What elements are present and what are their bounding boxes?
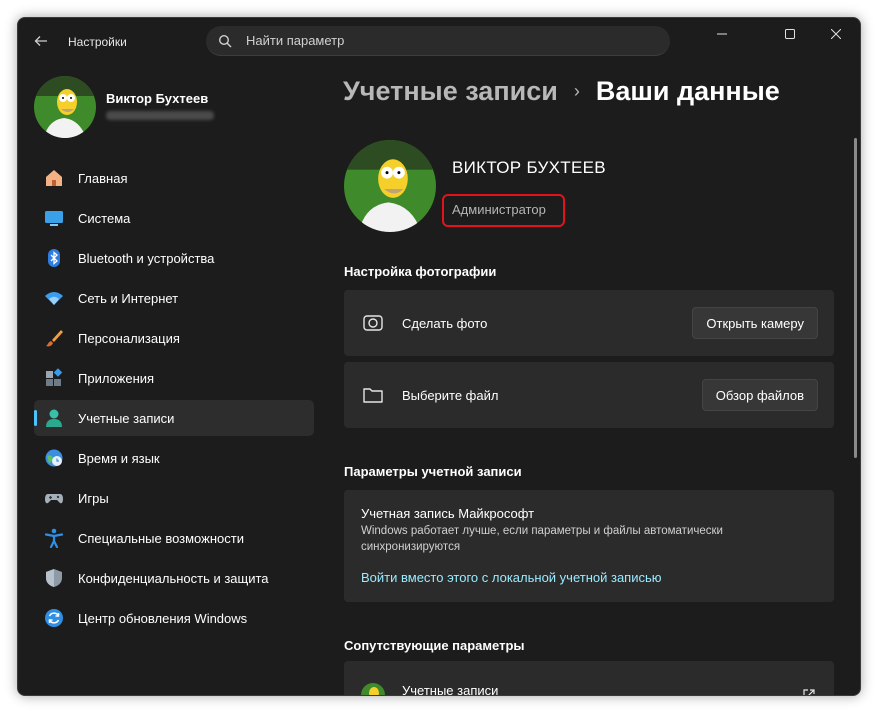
sidebar-item-label: Система [78, 210, 131, 226]
bluetooth-icon [44, 248, 64, 268]
back-arrow-icon [34, 36, 47, 46]
related-accounts-label: Учетные записи [402, 683, 499, 696]
related-section-title: Сопутствующие параметры [344, 638, 525, 653]
sidebar-item-privacy[interactable]: Конфиденциальность и защита [34, 560, 314, 596]
search-box[interactable]: Найти параметр [206, 26, 670, 56]
related-accounts-card[interactable]: Учетные записи [344, 661, 834, 696]
photo-section-title: Настройка фотографии [344, 264, 497, 279]
highlight-box [442, 194, 565, 227]
sidebar-item-label: Время и язык [78, 450, 160, 466]
minimize-button[interactable] [700, 24, 744, 44]
sidebar-item-label: Учетные записи [78, 410, 175, 426]
wifi-icon [44, 288, 64, 308]
sidebar-item-label: Конфиденциальность и защита [78, 570, 269, 586]
sidebar-item-apps[interactable]: Приложения [34, 360, 314, 396]
folder-icon [362, 384, 384, 406]
external-link-icon [803, 688, 815, 695]
close-button[interactable] [814, 24, 858, 44]
sidebar-item-accounts[interactable]: Учетные записи [34, 400, 314, 436]
microsoft-account-card: Учетная запись Майкрософт Windows работа… [344, 490, 834, 602]
scrollbar[interactable] [854, 138, 857, 458]
minimize-icon [717, 33, 727, 35]
take-photo-card: Сделать фото Открыть камеру [344, 290, 834, 356]
close-icon [831, 29, 841, 39]
sidebar-item-label: Центр обновления Windows [78, 610, 248, 626]
sidebar-item-windows-update[interactable]: Центр обновления Windows [34, 600, 314, 636]
choose-file-label: Выберите файл [402, 387, 499, 403]
sidebar-item-label: Сеть и Интернет [78, 290, 179, 306]
sidebar-item-accessibility[interactable]: Специальные возможности [34, 520, 314, 556]
sidebar-item-label: Персонализация [78, 330, 180, 346]
maximize-button[interactable] [768, 24, 812, 44]
microsoft-account-title: Учетная запись Майкрософт [361, 506, 535, 521]
sidebar-nav: Главная Система Bluetooth и устройства С… [34, 160, 314, 640]
accounts-icon [44, 408, 64, 428]
sidebar-item-gaming[interactable]: Игры [34, 480, 314, 516]
profile-avatar [344, 140, 436, 232]
take-photo-label: Сделать фото [402, 315, 488, 331]
microsoft-account-description: Windows работает лучше, если параметры и… [361, 525, 723, 553]
choose-file-card: Выберите файл Обзор файлов [344, 362, 834, 428]
sidebar-item-home[interactable]: Главная [34, 160, 314, 196]
time-language-icon [44, 448, 64, 468]
sidebar-item-label: Bluetooth и устройства [78, 250, 215, 266]
breadcrumb: Учетные записи › Ваши данные [343, 76, 780, 107]
sidebar-item-bluetooth[interactable]: Bluetooth и устройства [34, 240, 314, 276]
app-title: Настройки [68, 35, 127, 49]
search-placeholder: Найти параметр [246, 33, 345, 48]
home-icon [44, 168, 64, 188]
browse-files-button[interactable]: Обзор файлов [701, 379, 818, 411]
gamepad-icon [44, 488, 64, 508]
sidebar-item-label: Приложения [78, 370, 155, 386]
search-icon [218, 33, 234, 49]
sidebar-item-network[interactable]: Сеть и Интернет [34, 280, 314, 316]
sidebar-item-label: Главная [78, 170, 128, 186]
brush-icon [44, 328, 64, 348]
chevron-right-icon: › [573, 81, 580, 101]
update-icon [44, 608, 64, 628]
settings-window: Настройки Найти параметр Виктор Бухтеев [17, 17, 861, 696]
local-account-link[interactable]: Войти вместо этого с локальной учетной з… [361, 570, 662, 585]
accessibility-icon [44, 528, 64, 548]
sidebar-item-system[interactable]: Система [34, 200, 314, 236]
account-section-title: Параметры учетной записи [344, 464, 522, 479]
camera-icon [362, 312, 384, 334]
user-avatar[interactable] [34, 76, 96, 138]
page-title: Ваши данные [595, 76, 780, 106]
sidebar-item-label: Игры [78, 490, 109, 506]
system-icon [44, 208, 64, 228]
maximize-icon [785, 29, 795, 39]
back-button[interactable] [30, 30, 52, 52]
apps-icon [44, 368, 64, 388]
profile-name: ВИКТОР БУХТЕЕВ [452, 158, 606, 177]
breadcrumb-parent[interactable]: Учетные записи [343, 76, 558, 107]
sidebar-item-time-language[interactable]: Время и язык [34, 440, 314, 476]
shield-icon [44, 568, 64, 588]
open-camera-button[interactable]: Открыть камеру [692, 307, 818, 339]
user-email-redacted [106, 111, 214, 120]
accounts-avatar-icon [361, 683, 385, 695]
user-name: Виктор Бухтеев [106, 91, 209, 106]
sidebar-item-label: Специальные возможности [78, 530, 244, 546]
sidebar-item-personalization[interactable]: Персонализация [34, 320, 314, 356]
